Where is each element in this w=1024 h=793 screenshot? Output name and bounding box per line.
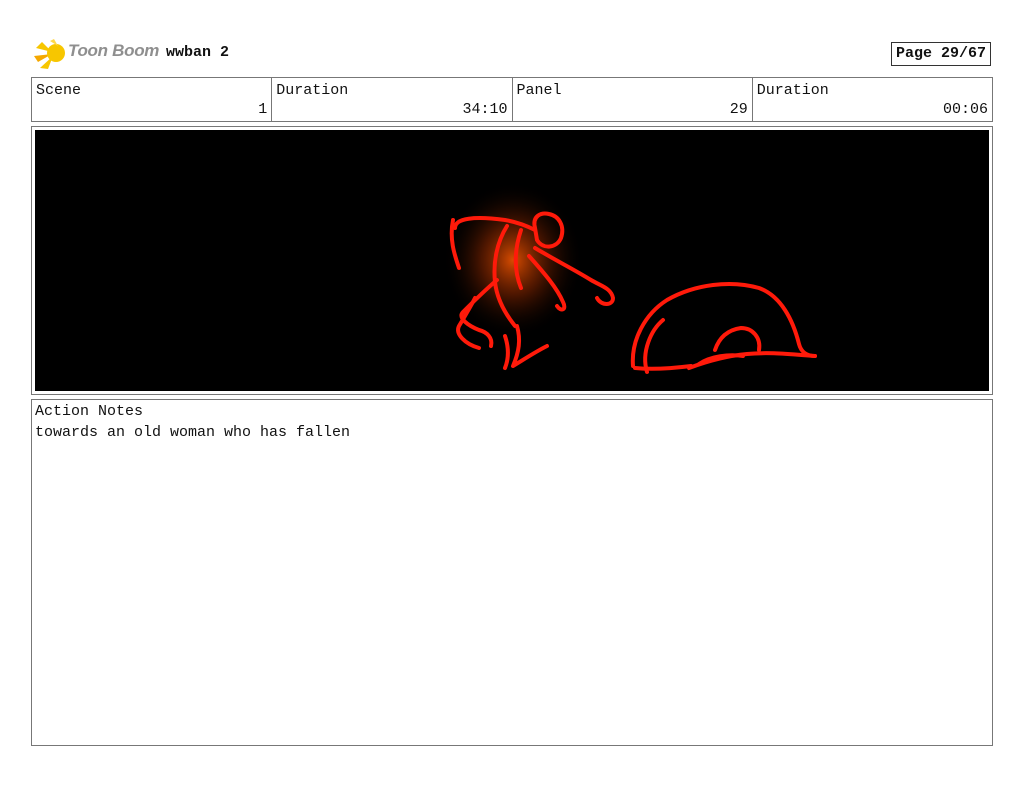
scene-cell: Scene 1 [32,78,273,121]
panel-value: 29 [729,101,748,118]
panel-cell: Panel 29 [513,78,753,121]
fallen-woman [630,282,817,374]
action-notes-text: towards an old woman who has fallen [35,424,351,441]
action-notes: Action Notes towards an old woman who ha… [31,399,993,746]
duration-value: 34:10 [462,101,508,118]
storyboard-panel [31,126,993,395]
logo-text: Toon Boom [68,41,160,60]
document-title: wwban 2 [166,44,230,61]
star-icon [34,39,65,69]
duration-label: Duration [276,82,349,99]
panel-label: Panel [516,82,562,99]
panel-duration-cell: Duration 00:06 [753,78,992,121]
panel-duration-label: Duration [756,82,829,99]
duration-cell: Duration 34:10 [272,78,513,121]
sketch-drawing [443,182,817,374]
page-number: Page 29/67 [891,42,991,66]
panel-sketch-image [35,130,989,391]
scene-value: 1 [258,101,268,118]
scene-label: Scene [36,82,82,99]
action-notes-label: Action Notes [35,403,144,420]
panel-duration-value: 00:06 [942,101,988,118]
info-row: Scene 1 Duration 34:10 Panel 29 Duration… [31,77,993,122]
